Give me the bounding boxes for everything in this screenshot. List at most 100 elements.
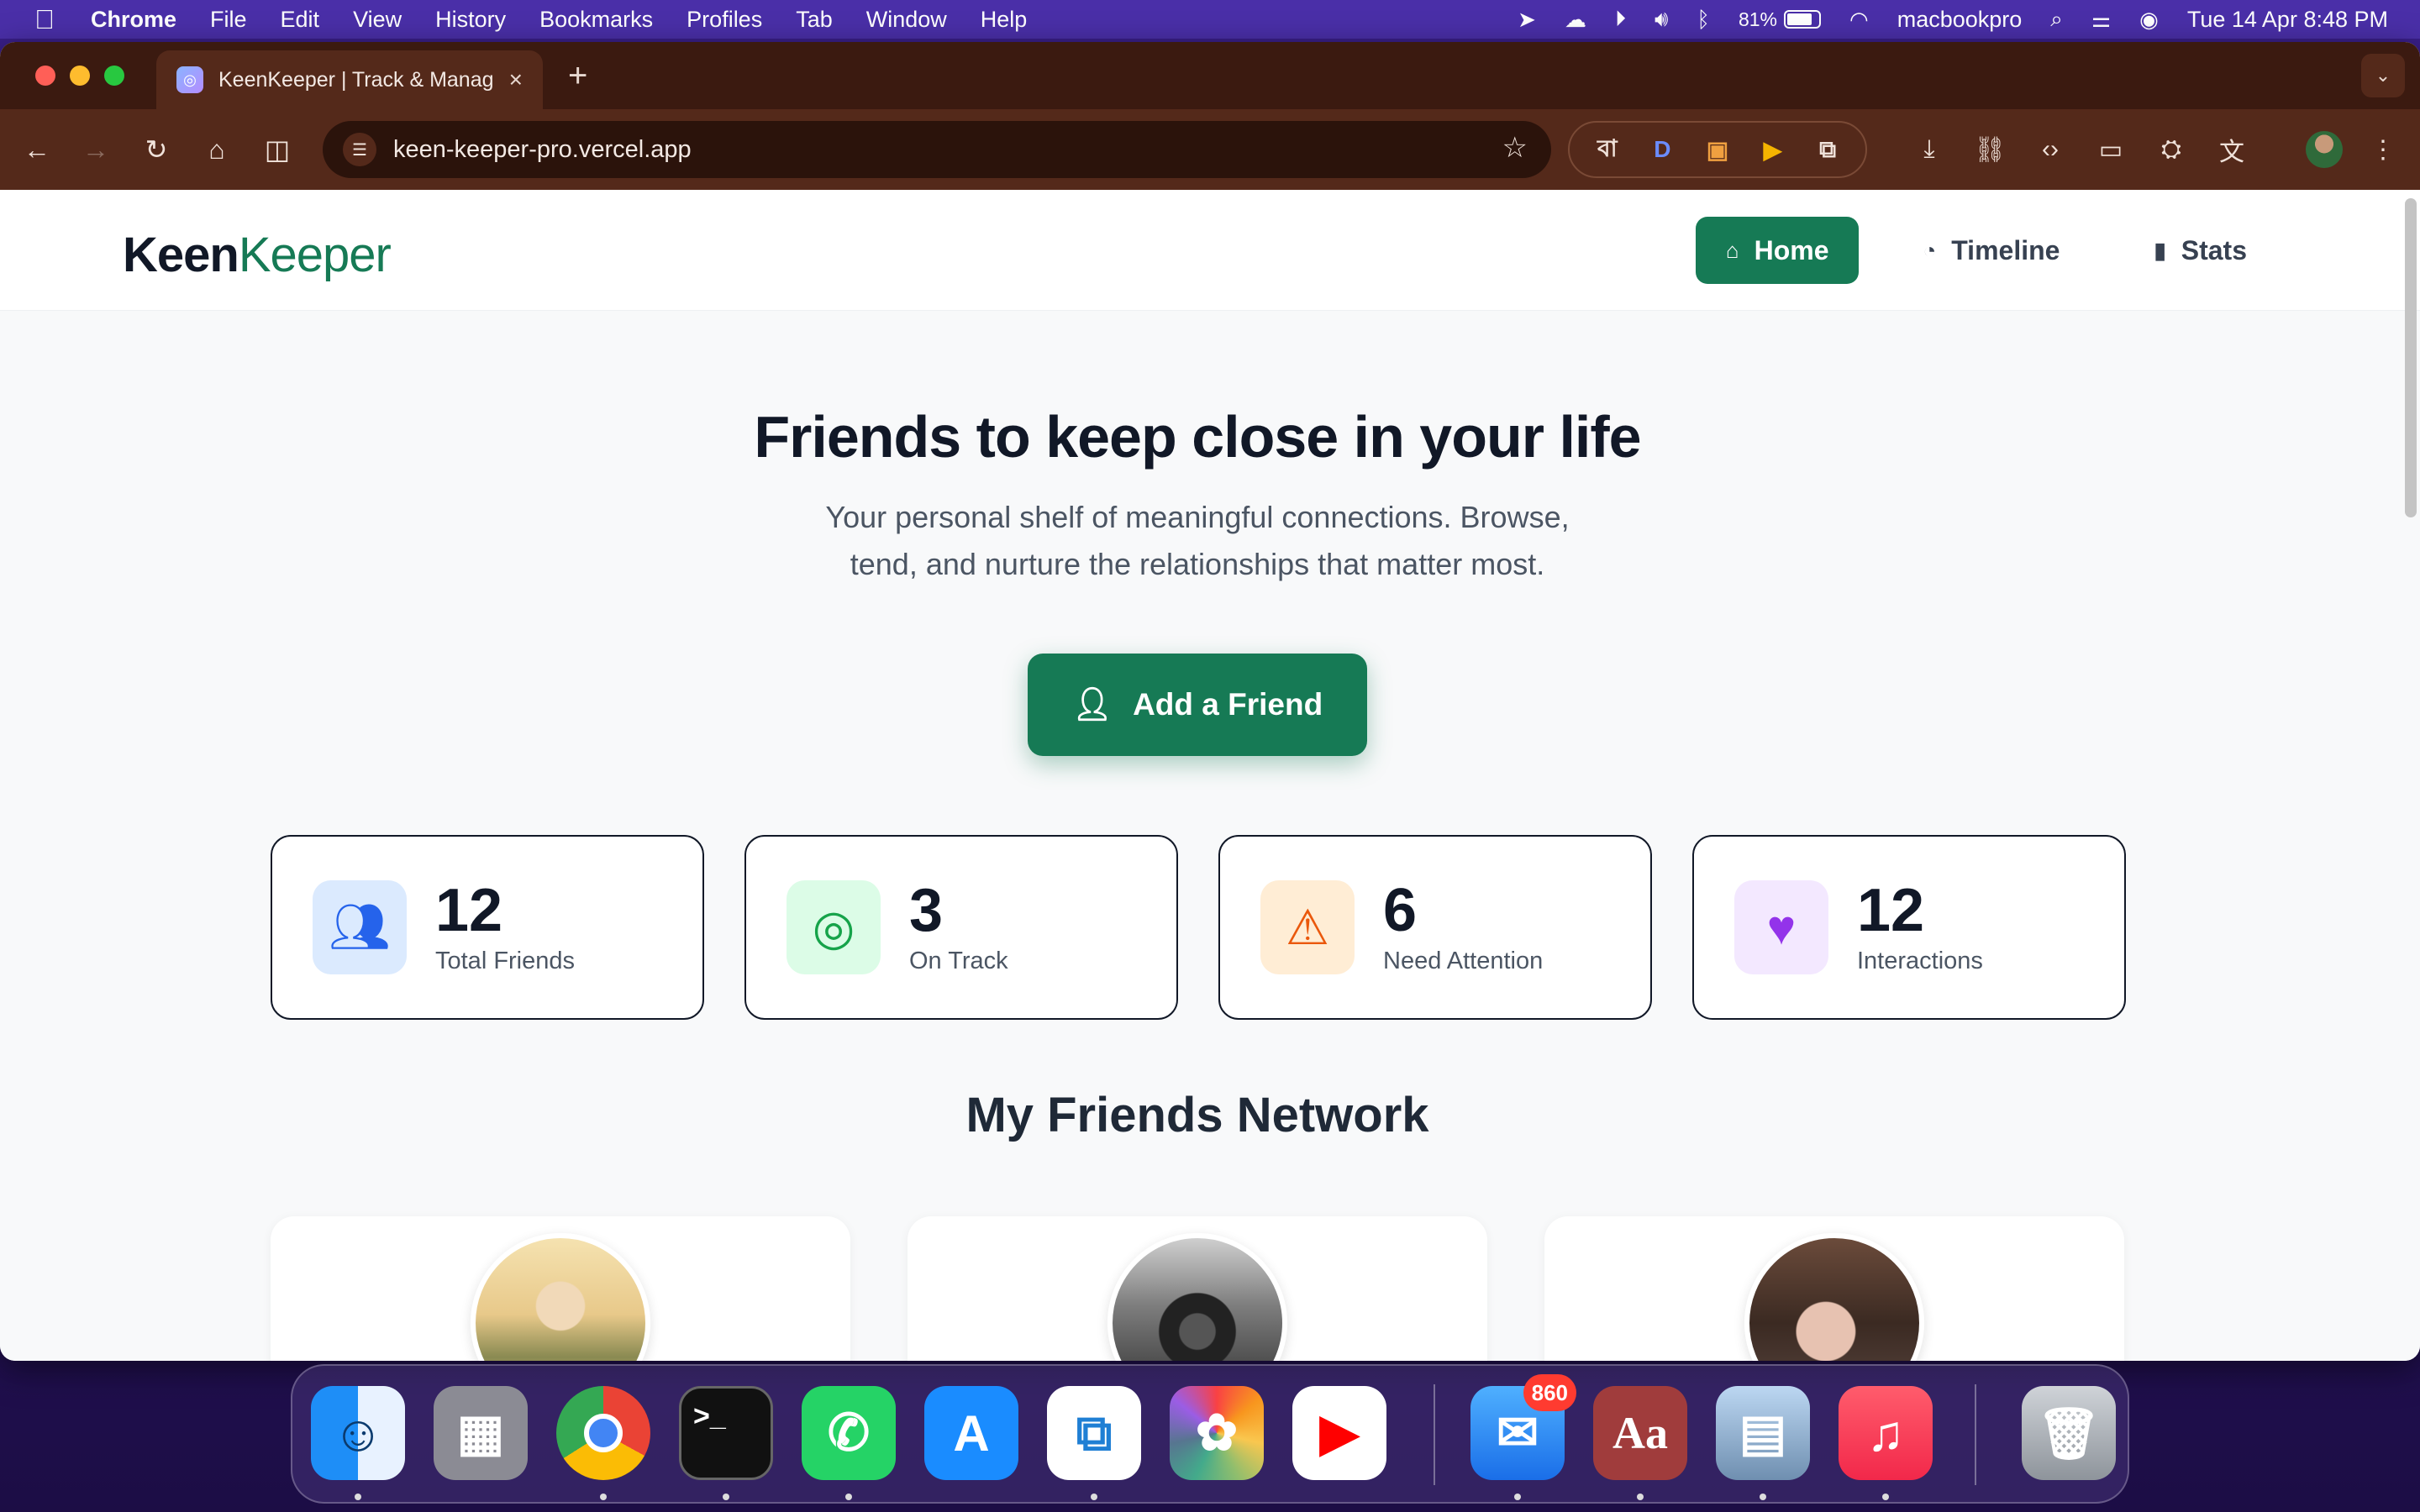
side-panel-icon[interactable]: ◫ bbox=[259, 131, 296, 168]
spotlight-search-icon[interactable]: ⌕ bbox=[2050, 6, 2063, 33]
more-menu-icon[interactable]: ⋮ bbox=[2365, 131, 2402, 168]
whatsapp-icon[interactable]: ✆ bbox=[802, 1386, 896, 1480]
running-indicator bbox=[600, 1494, 607, 1500]
friend-card[interactable] bbox=[271, 1216, 850, 1361]
reload-icon[interactable]: ↻ bbox=[138, 131, 175, 168]
menu-profiles[interactable]: Profiles bbox=[687, 7, 762, 33]
terminal-icon[interactable]: >_ bbox=[679, 1386, 773, 1480]
app-store-icon[interactable]: A bbox=[924, 1386, 1018, 1480]
page-scrollbar[interactable] bbox=[2405, 198, 2417, 517]
nav-stats-button[interactable]: ▮ Stats bbox=[2123, 217, 2277, 284]
battery-percent: 81% bbox=[1738, 8, 1778, 30]
tab-title: KeenKeeper | Track & Manage bbox=[218, 67, 494, 92]
new-tab-plus-icon[interactable]: + bbox=[568, 57, 587, 95]
bangla-extension-icon[interactable]: বা bbox=[1591, 133, 1624, 166]
minimize-window-button[interactable] bbox=[70, 66, 90, 86]
download-icon[interactable]: ⤓ bbox=[1911, 131, 1948, 168]
menu-help[interactable]: Help bbox=[981, 7, 1028, 33]
launchpad-icon[interactable]: ▦ bbox=[434, 1386, 528, 1480]
nav-stats-label: Stats bbox=[2181, 234, 2247, 265]
home-icon[interactable]: ⌂ bbox=[198, 131, 235, 168]
hero-subtitle: Your personal shelf of meaningful connec… bbox=[825, 500, 1570, 581]
menu-bookmarks[interactable]: Bookmarks bbox=[539, 7, 653, 33]
zoom-window-button[interactable] bbox=[104, 66, 124, 86]
url-text[interactable]: keen-keeper-pro.vercel.app bbox=[393, 136, 692, 164]
add-friend-label: Add a Friend bbox=[1133, 687, 1323, 722]
bar-chart-icon: ▮ bbox=[2154, 237, 2166, 263]
hostname[interactable]: macbookpro bbox=[1897, 7, 2023, 33]
incognito-icon[interactable]: ⛭ bbox=[2153, 131, 2190, 168]
music-icon[interactable]: ♫ bbox=[1839, 1386, 1933, 1480]
forward-arrow-icon[interactable]: → bbox=[77, 131, 114, 168]
menu-history[interactable]: History bbox=[435, 7, 506, 33]
site-navbar: KeenKeeper ⌂ Home ◔ Timeline ▮ Stats bbox=[0, 190, 2420, 311]
screenshot-extension-icon[interactable]: ▣ bbox=[1701, 133, 1734, 166]
stat-value: 12 bbox=[435, 876, 503, 944]
bookmark-star-icon[interactable]: ☆ bbox=[1502, 131, 1528, 165]
trash-icon[interactable]: 🗑︎ bbox=[2022, 1386, 2116, 1480]
siri-icon[interactable]: ◉ bbox=[2139, 7, 2159, 33]
location-arrow-icon[interactable]: ➤ bbox=[1518, 7, 1536, 33]
youtube-icon[interactable]: ▶ bbox=[1292, 1386, 1386, 1480]
stat-value: 3 bbox=[909, 876, 944, 944]
friend-cards-grid bbox=[271, 1216, 2126, 1361]
site-info-icon[interactable]: ☰ bbox=[343, 133, 376, 166]
menu-tab[interactable]: Tab bbox=[796, 7, 833, 33]
stat-card-interactions: ♥ 12 Interactions bbox=[1692, 835, 2126, 1020]
creative-cloud-icon[interactable]: ☁ bbox=[1565, 7, 1586, 33]
site-logo[interactable]: KeenKeeper bbox=[123, 227, 392, 283]
volume-icon[interactable]: 🔊︎ bbox=[1655, 6, 1668, 33]
menu-app-name[interactable]: Chrome bbox=[91, 7, 176, 33]
dictionary-icon[interactable]: Aa bbox=[1593, 1386, 1687, 1480]
bluetooth-icon[interactable]: ᛒ bbox=[1697, 7, 1710, 33]
window-controls bbox=[0, 66, 124, 86]
site-favicon-icon: ◎ bbox=[176, 66, 203, 93]
nav-timeline-button[interactable]: ◔ Timeline bbox=[1892, 217, 2090, 284]
extensions-puzzle-icon[interactable]: ⧉ bbox=[1811, 133, 1844, 166]
battery-status[interactable]: 81% bbox=[1738, 8, 1822, 31]
friend-card[interactable] bbox=[1544, 1216, 2124, 1361]
d-extension-icon[interactable]: D bbox=[1645, 133, 1679, 166]
apple-menu-icon[interactable]:  bbox=[32, 4, 57, 35]
nav-home-label: Home bbox=[1754, 234, 1829, 265]
active-tab[interactable]: ◎ KeenKeeper | Track & Manage × bbox=[156, 50, 543, 109]
friend-avatar bbox=[1744, 1233, 1924, 1361]
menu-edit[interactable]: Edit bbox=[281, 7, 320, 33]
chrome-icon[interactable] bbox=[556, 1386, 650, 1480]
add-friend-button[interactable]: 👤︎ Add a Friend bbox=[1028, 654, 1367, 756]
link-icon[interactable]: ⛓ bbox=[1971, 131, 2008, 168]
tab-search-chevron-icon[interactable]: ⌄ bbox=[2361, 54, 2405, 97]
running-indicator bbox=[723, 1494, 729, 1500]
mail-icon[interactable]: ✉ 860 bbox=[1470, 1374, 1576, 1480]
nav-links: ⌂ Home ◔ Timeline ▮ Stats bbox=[1695, 217, 2277, 284]
clock-datetime[interactable]: Tue 14 Apr 8:48 PM bbox=[2187, 7, 2388, 33]
nav-home-button[interactable]: ⌂ Home bbox=[1695, 217, 1860, 284]
control-center-icon[interactable]: ⚌ bbox=[2091, 7, 2111, 33]
tab-close-icon[interactable]: × bbox=[509, 66, 523, 93]
play-extension-icon[interactable]: ▶ bbox=[1756, 133, 1790, 166]
translate-icon[interactable]: 文 bbox=[2213, 131, 2250, 168]
profile-avatar[interactable] bbox=[2306, 131, 2343, 168]
page-viewport: KeenKeeper ⌂ Home ◔ Timeline ▮ Stats Fri… bbox=[0, 190, 2420, 1361]
mail-badge: 860 bbox=[1523, 1374, 1576, 1411]
address-bar[interactable]: ☰ keen-keeper-pro.vercel.app ☆ bbox=[323, 121, 1551, 178]
menu-view[interactable]: View bbox=[353, 7, 402, 33]
friend-card[interactable] bbox=[908, 1216, 1487, 1361]
stat-label: Interactions bbox=[1857, 947, 1983, 974]
play-circle-icon[interactable]: ⏵ bbox=[1615, 6, 1626, 33]
clock-icon: ◔ bbox=[1923, 237, 1937, 263]
close-window-button[interactable] bbox=[35, 66, 55, 86]
stat-card-total-friends: 👥︎ 12 Total Friends bbox=[271, 835, 704, 1020]
photos-icon[interactable]: ✿ bbox=[1170, 1386, 1264, 1480]
menu-window[interactable]: Window bbox=[866, 7, 947, 33]
wifi-icon[interactable]: ◠ bbox=[1849, 7, 1869, 33]
finder-icon[interactable]: ☺ bbox=[311, 1386, 405, 1480]
menu-file[interactable]: File bbox=[210, 7, 247, 33]
device-icon[interactable]: ▭ bbox=[2092, 131, 2129, 168]
preview-icon[interactable]: ▤ bbox=[1716, 1386, 1810, 1480]
back-arrow-icon[interactable]: ← bbox=[18, 131, 55, 168]
users-icon: 👥︎ bbox=[313, 880, 407, 974]
code-icon[interactable]: ‹› bbox=[2032, 131, 2069, 168]
friend-avatar bbox=[1107, 1233, 1287, 1361]
vscode-icon[interactable]: ⧉ bbox=[1047, 1386, 1141, 1480]
